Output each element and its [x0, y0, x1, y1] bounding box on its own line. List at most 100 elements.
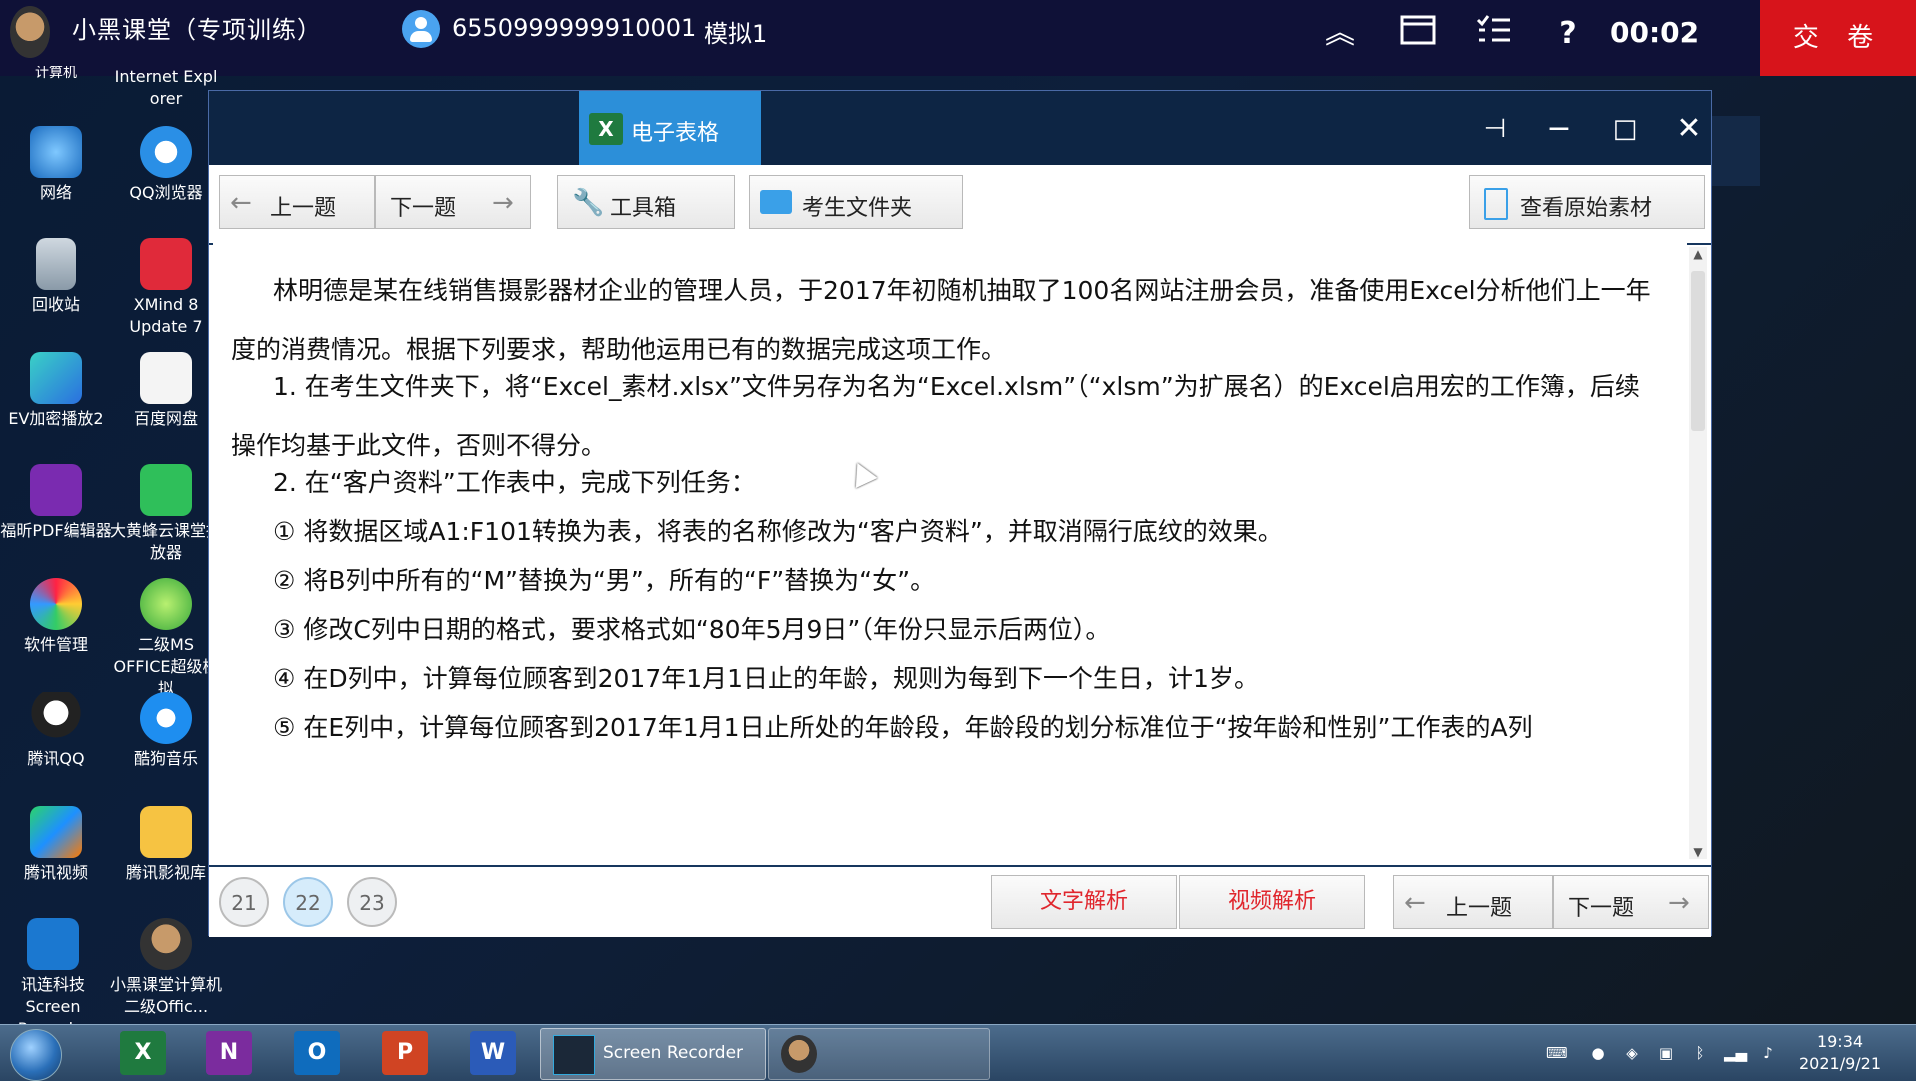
avatar-tray-icon[interactable]: ●	[1588, 1043, 1608, 1063]
baidu-pan-icon	[140, 352, 192, 404]
exam-mode: 模拟1	[704, 20, 768, 48]
taskbar-xiaohei-app[interactable]	[768, 1028, 990, 1080]
text-analysis-button[interactable]: 文字解析	[991, 875, 1177, 929]
app-title: 小黑课堂（专项训练）	[72, 16, 322, 44]
collapse-icon[interactable]: ︽	[1320, 14, 1360, 54]
desktop-icon-label: EV加密播放2	[8, 409, 104, 428]
arrow-right-icon: →	[1668, 888, 1690, 918]
taskbar-outlook-icon[interactable]: O	[294, 1031, 340, 1075]
taskbar-excel-icon[interactable]: X	[120, 1031, 166, 1075]
bottom-next-label: 下一题	[1568, 896, 1635, 921]
desktop-icon-xmind[interactable]: XMind 8 Update 7	[110, 238, 222, 338]
window-bottom-bar: 21 22 23 文字解析 视频解析 ← 上一题 下一题 →	[209, 865, 1711, 937]
close-icon[interactable]: ✕	[1669, 109, 1709, 149]
view-original-label: 查看原始素材	[1520, 196, 1653, 221]
question-number-22[interactable]: 22	[283, 877, 333, 927]
desktop-icon-label: 腾讯视频	[23, 863, 88, 882]
prev-question-button[interactable]: ← 上一题	[219, 175, 375, 229]
wrench-icon: 🔧	[572, 188, 605, 218]
desktop-icon-label: 回收站	[31, 295, 80, 314]
desktop-icon-label: QQ浏览器	[129, 183, 203, 202]
logo-avatar	[10, 6, 50, 58]
taskbar-word-icon[interactable]: W	[470, 1031, 516, 1075]
prev-label: 上一题	[270, 196, 337, 221]
document-icon	[1484, 188, 1508, 220]
bottom-prev-button[interactable]: ← 上一题	[1393, 875, 1553, 929]
scroll-down-icon[interactable]: ▼	[1689, 845, 1707, 859]
arrow-right-icon: →	[492, 188, 514, 218]
qq-browser-icon	[140, 126, 192, 178]
start-button[interactable]	[10, 1029, 62, 1081]
list-icon[interactable]	[1474, 14, 1514, 54]
question-number-21[interactable]: 21	[219, 877, 269, 927]
desktop-icon-label: 酷狗音乐	[133, 749, 198, 768]
desktop-icon-software-manager[interactable]: 软件管理	[0, 578, 112, 656]
taskbar-screen-recorder[interactable]: Screen Recorder	[540, 1028, 766, 1080]
software-manager-icon	[30, 578, 82, 630]
desktop-icon-network[interactable]: 网络	[0, 126, 112, 204]
arrow-left-icon: ←	[1404, 888, 1426, 918]
desktop-icon-baidu-pan[interactable]: 百度网盘	[110, 352, 222, 430]
question-content: 林明德是某在线销售摄影器材企业的管理人员，于2017年初随机抽取了100名网站注…	[213, 243, 1687, 863]
bottom-next-button[interactable]: 下一题 →	[1553, 875, 1709, 929]
help-icon[interactable]: ?	[1548, 14, 1588, 54]
folder-icon	[760, 190, 792, 214]
exam-timer: 00:02	[1610, 16, 1700, 49]
desktop-icon-qqbrowser[interactable]: QQ浏览器	[110, 126, 222, 204]
desktop-icon-label: 百度网盘	[133, 409, 198, 428]
toolbox-button[interactable]: 🔧 工具箱	[557, 175, 735, 229]
desktop-icon-ms-office-sim[interactable]: 二级MS OFFICE超级模拟	[110, 578, 222, 700]
bluetooth-icon[interactable]: ᛒ	[1690, 1043, 1710, 1063]
content-scrollbar[interactable]: ▲ ▼	[1689, 247, 1707, 859]
candidate-folder-button[interactable]: 考生文件夹	[749, 175, 963, 229]
tab-label: 电子表格	[631, 121, 720, 146]
usb-icon[interactable]: ▣	[1656, 1043, 1676, 1063]
submit-exam-button[interactable]: 交 卷	[1760, 0, 1916, 76]
taskbar-onenote-icon[interactable]: N	[206, 1031, 252, 1075]
maximize-icon[interactable]: □	[1605, 109, 1645, 149]
minimize-icon[interactable]: −	[1539, 109, 1579, 149]
next-question-button[interactable]: 下一题 →	[375, 175, 531, 229]
signal-icon[interactable]: ▂▄	[1724, 1043, 1747, 1063]
scroll-up-icon[interactable]: ▲	[1689, 247, 1707, 261]
excel-icon: X	[589, 113, 623, 145]
desktop-icon-qq[interactable]: 腾讯QQ	[0, 692, 112, 770]
desktop-icon-screen-recorder[interactable]: 讯连科技 Screen Record...	[0, 918, 106, 1040]
question-number-23[interactable]: 23	[347, 877, 397, 927]
view-original-button[interactable]: 查看原始素材	[1469, 175, 1705, 229]
taskbar: X N O P W Screen Recorder ⌨ ● ◈ ▣ ᛒ ▂▄ ♪…	[0, 1024, 1916, 1081]
window-title-bar: X 电子表格 ⊣ − □ ✕	[209, 91, 1711, 165]
window-icon[interactable]	[1398, 14, 1438, 54]
desktop-icon-ie[interactable]: Internet Expl orer	[110, 66, 222, 110]
foxit-pdf-icon	[30, 464, 82, 516]
screen-recorder-icon	[553, 1035, 595, 1075]
shield-icon[interactable]: ◈	[1622, 1043, 1642, 1063]
desktop-icon-tencent-video[interactable]: 腾讯视频	[0, 806, 112, 884]
taskbar-powerpoint-icon[interactable]: P	[382, 1031, 428, 1075]
recycle-bin-icon	[36, 238, 76, 290]
desktop-icon-label: 软件管理	[23, 635, 88, 654]
qq-penguin-icon	[30, 692, 82, 744]
desktop-icon-kugou[interactable]: 酷狗音乐	[110, 692, 222, 770]
desktop-icon-tencent-library[interactable]: 腾讯影视库	[110, 806, 222, 884]
bottom-prev-label: 上一题	[1446, 896, 1513, 921]
screen-recorder-icon	[27, 918, 79, 970]
desktop-icon-ev-player[interactable]: EV加密播放2	[0, 352, 112, 430]
keyboard-icon[interactable]: ⌨	[1546, 1043, 1568, 1063]
desktop-icon-foxit-pdf[interactable]: 福昕PDF编辑器	[0, 464, 112, 542]
clock-time: 19:34	[1816, 1032, 1864, 1051]
desktop-icon-computer[interactable]: 计算机	[0, 66, 112, 86]
video-analysis-button[interactable]: 视频解析	[1179, 875, 1365, 929]
scroll-thumb[interactable]	[1691, 271, 1705, 431]
taskbar-app-label: Screen Recorder	[603, 1043, 744, 1063]
desktop-icon-bumblebee[interactable]: 大黄蜂云课堂播放器	[110, 464, 222, 564]
volume-icon[interactable]: ♪	[1758, 1043, 1778, 1063]
desktop-icon-xiaohei[interactable]: 小黑课堂计算机二级Offic...	[110, 918, 222, 1018]
pin-icon[interactable]: ⊣	[1475, 109, 1515, 149]
desktop-icon-recycle-bin[interactable]: 回收站	[0, 238, 112, 316]
desktop-icon-label: XMind 8 Update 7	[129, 295, 203, 336]
exam-window: X 电子表格 ⊣ − □ ✕ ← 上一题 下一题 → 🔧 工具箱 考生文件夹 查…	[208, 90, 1712, 937]
desktop-icon-label: 小黑课堂计算机二级Offic...	[110, 975, 223, 1016]
tab-spreadsheet[interactable]: X 电子表格	[579, 91, 761, 165]
system-clock[interactable]: 19:34 2021/9/21	[1790, 1031, 1890, 1075]
